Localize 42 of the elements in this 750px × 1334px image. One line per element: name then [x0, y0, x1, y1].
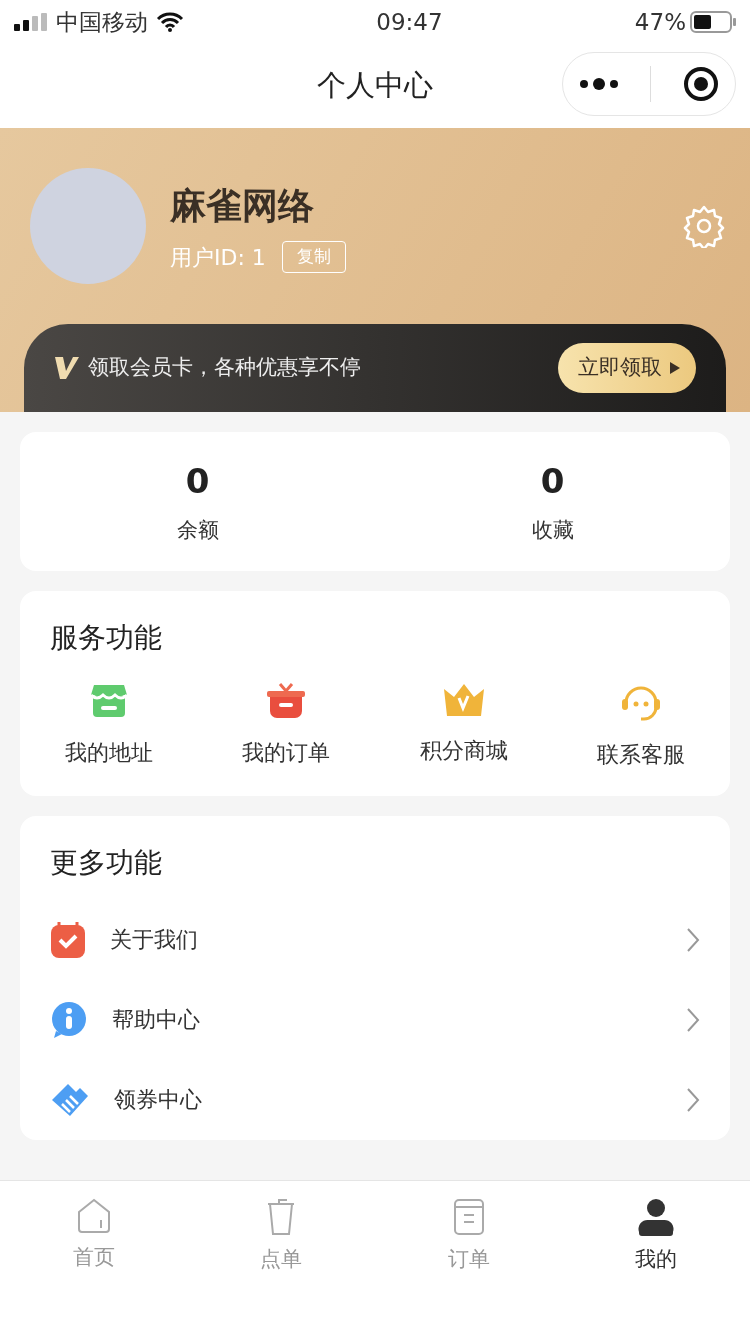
stat-label: 余额	[176, 517, 219, 544]
carrier-name: 中国移动	[56, 7, 148, 37]
stat-value: 0	[540, 460, 565, 503]
close-target-icon[interactable]	[683, 66, 720, 102]
stat-label: 收藏	[531, 517, 574, 544]
service-link[interactable]: 积分商城	[413, 732, 514, 768]
receipt-icon	[452, 1198, 485, 1236]
stat-value: 0	[185, 460, 210, 503]
member-text: 领取会员卡，各种优惠享不停	[88, 354, 362, 382]
user-id: 用户ID: 1	[170, 243, 266, 272]
calendar-check-icon	[50, 920, 86, 959]
section-title: 服务功能	[49, 619, 163, 656]
chevron-right-icon	[686, 1086, 700, 1113]
info-bubble-icon	[50, 1000, 88, 1039]
person-icon	[638, 1198, 675, 1236]
claim-button[interactable]: 立即领取	[558, 343, 696, 393]
cup-icon	[266, 1198, 297, 1236]
menu-row[interactable]: 关于我们	[20, 899, 730, 980]
menu-row[interactable]: 领券中心	[20, 1059, 730, 1140]
battery-icon	[690, 11, 736, 33]
battery-percent: 47%	[634, 7, 686, 37]
signal-icon	[14, 13, 48, 31]
clock-time: 09:47	[376, 7, 443, 37]
service-link[interactable]: 我的地址	[58, 734, 159, 770]
crown-icon	[442, 682, 485, 717]
service-link[interactable]: 联系客服	[591, 736, 692, 772]
chevron-right-icon	[686, 1006, 700, 1033]
play-arrow-icon	[670, 362, 680, 374]
tab-item[interactable]: 我的	[629, 1197, 684, 1277]
service-link[interactable]: 我的订单	[236, 734, 337, 770]
v-logo-icon	[54, 355, 80, 381]
ticket-icon	[50, 1081, 90, 1118]
page-title: 个人中心	[317, 67, 433, 105]
wifi-icon	[156, 12, 184, 32]
user-name: 麻雀网络	[170, 183, 315, 228]
menu-row[interactable]: 帮助中心	[20, 979, 730, 1060]
section-title: 更多功能	[49, 844, 163, 881]
more-icon[interactable]	[578, 77, 619, 91]
shop-icon	[89, 682, 128, 719]
home-icon	[76, 1198, 111, 1234]
gift-box-icon	[266, 682, 307, 719]
chevron-right-icon	[686, 926, 700, 953]
